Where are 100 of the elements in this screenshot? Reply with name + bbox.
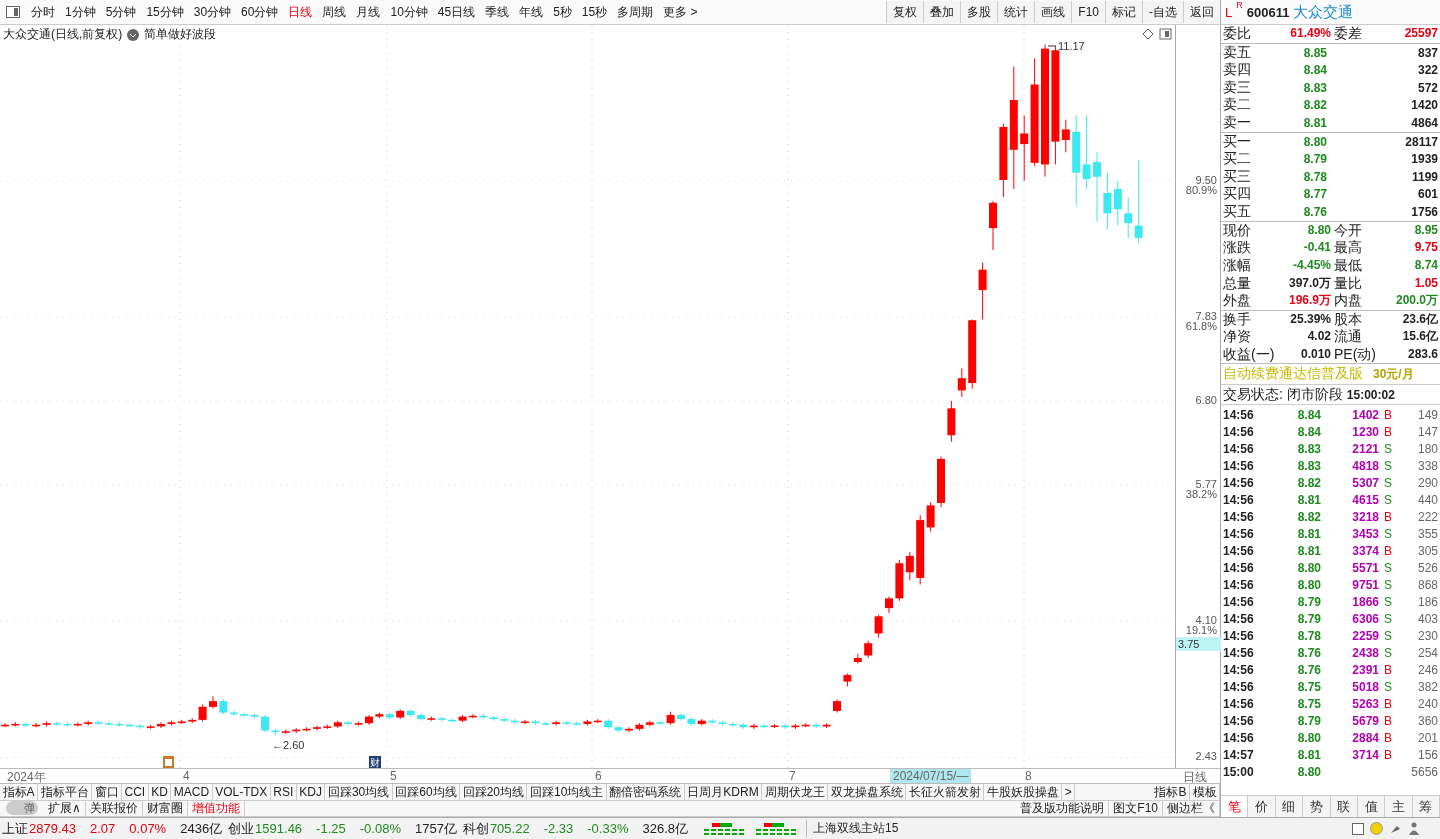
quote-value: 200.0万 — [1394, 292, 1438, 310]
indicator-tab[interactable]: 双龙操盘系统 — [828, 784, 907, 800]
indicator-tab[interactable]: 指标B — [1152, 784, 1190, 800]
function-link[interactable]: 增值功能 — [187, 800, 245, 816]
toolbar-button[interactable]: 复权 — [886, 1, 924, 23]
trade-count: 403 — [1416, 611, 1438, 626]
indicator-tab[interactable]: 牛股妖股操盘 — [984, 784, 1063, 800]
indicator-tab[interactable]: 回踩20均线 — [460, 784, 528, 800]
indicator-tab[interactable]: 周期伏龙王 — [762, 784, 829, 800]
indicator-tab[interactable]: VOL-TDX — [212, 784, 271, 800]
trade-price: 8.79 — [1296, 611, 1321, 626]
trade-price: 8.79 — [1296, 594, 1321, 609]
period-tab[interactable]: 15分钟 — [141, 3, 189, 21]
percent-tick: 38.2% — [1185, 489, 1217, 500]
candlestick — [209, 695, 217, 709]
indicator-tab[interactable]: 长征火箭发射 — [906, 784, 985, 800]
indicator-tab[interactable]: 指标A — [0, 784, 38, 800]
toolbar-button[interactable]: 标记 — [1105, 1, 1142, 23]
trade-volume: 3714 — [1351, 747, 1379, 762]
order-level: 买二 — [1223, 150, 1252, 169]
indicator-tab[interactable]: RSI — [270, 784, 297, 800]
period-tab[interactable]: 周线 — [317, 3, 352, 21]
period-tab[interactable]: 60分钟 — [236, 3, 284, 21]
period-tab[interactable]: 5分钟 — [100, 3, 142, 21]
toolbar-button[interactable]: 统计 — [997, 1, 1035, 23]
period-tab[interactable]: 45日线 — [432, 3, 481, 21]
panel-tab[interactable]: 值 — [1357, 796, 1386, 817]
candlestick — [1020, 115, 1029, 182]
candlestick — [1113, 180, 1122, 227]
period-tab[interactable]: 年线 — [514, 3, 549, 21]
panel-tab[interactable]: 价 — [1248, 796, 1276, 817]
person-icon[interactable] — [1408, 822, 1420, 835]
panel-tab[interactable]: 势 — [1303, 796, 1331, 817]
indicator-tab[interactable]: 翻倍密码系统 — [606, 784, 685, 800]
trade-count: 201 — [1416, 730, 1438, 745]
period-tab[interactable]: 5秒 — [548, 3, 577, 21]
trade-time: 14:56 — [1223, 475, 1255, 490]
order-price: 8.77 — [1302, 187, 1327, 202]
panel-toggle-icon[interactable] — [1159, 28, 1172, 40]
trade-count: 156 — [1416, 747, 1438, 762]
indicator-tab[interactable]: 窗口 — [92, 784, 122, 800]
period-tab[interactable]: 10分钟 — [385, 3, 433, 21]
toolbar-button[interactable]: F10 — [1071, 1, 1105, 23]
dropdown-icon[interactable] — [127, 28, 140, 41]
function-link[interactable]: 财富圈 — [142, 800, 188, 816]
function-link[interactable]: 关联报价 — [85, 800, 143, 816]
trade-time: 14:56 — [1223, 679, 1255, 694]
period-tab[interactable]: 1分钟 — [60, 3, 101, 21]
trade-count: 186 — [1416, 594, 1438, 609]
period-tab[interactable]: 季线 — [480, 3, 515, 21]
indicator-tab[interactable]: 模板 — [1190, 784, 1220, 800]
index-percent: -0.33% — [587, 821, 629, 836]
indicator-tab[interactable]: 回踩60均线 — [392, 784, 461, 800]
indicator-tab[interactable]: KDJ — [296, 784, 326, 800]
index-change: -1.25 — [316, 821, 346, 836]
indicator-tab[interactable]: KD — [148, 784, 172, 800]
price-tick: 7.83 — [1195, 309, 1217, 322]
indicator-tab[interactable]: 指标平台 — [38, 784, 92, 800]
toolbar-button[interactable]: 返回 — [1183, 1, 1220, 23]
popup-toggle[interactable]: 弹 — [6, 801, 38, 816]
function-link[interactable]: 侧边栏《 — [1163, 800, 1220, 816]
quote-value: 283.6 — [1406, 346, 1438, 363]
trade-price: 8.84 — [1296, 424, 1321, 439]
indicator-tab[interactable]: 日周月KDRM — [684, 784, 763, 800]
period-tab[interactable]: 30分钟 — [188, 3, 237, 21]
diamond-icon[interactable] — [1142, 28, 1154, 40]
period-tab[interactable]: 日线 — [283, 3, 318, 21]
toolbar-button[interactable]: 叠加 — [923, 1, 961, 23]
trade-side: S — [1383, 475, 1393, 490]
period-tab[interactable]: 15秒 — [576, 3, 613, 21]
trade-time: 14:56 — [1223, 543, 1255, 558]
period-tab[interactable]: 月线 — [351, 3, 386, 21]
indicator-tab[interactable]: CCI — [122, 784, 149, 800]
trade-side: B — [1383, 713, 1393, 728]
indicator-tab[interactable]: 回踩30均线 — [325, 784, 393, 800]
function-link[interactable]: 扩展∧ — [44, 800, 86, 816]
index-amount: 326.8亿 — [642, 819, 689, 838]
panel-tab[interactable]: 细 — [1275, 796, 1304, 817]
trade-count: 230 — [1416, 628, 1438, 643]
toolbar-button[interactable]: 画线 — [1034, 1, 1072, 23]
panel-toggle-icon[interactable] — [6, 6, 20, 18]
index-name: 科创 — [462, 819, 489, 838]
trade-count: 338 — [1416, 458, 1438, 473]
window-icon[interactable] — [1352, 822, 1364, 835]
function-link[interactable]: 图文F10 — [1109, 800, 1163, 816]
panel-tab[interactable]: 主 — [1385, 796, 1413, 817]
toolbar-button[interactable]: -自选 — [1142, 1, 1183, 23]
toolbar-button[interactable]: 多股 — [960, 1, 998, 23]
panel-tab[interactable]: 筹 — [1412, 796, 1440, 817]
indicator-tab[interactable]: 回踩10均线主 — [527, 784, 607, 800]
indicator-tab[interactable]: MACD — [171, 784, 213, 800]
period-tab[interactable]: 多周期 — [612, 3, 659, 21]
candlestick — [957, 367, 966, 398]
period-tab[interactable]: 分时 — [26, 3, 60, 21]
panel-tab[interactable]: 联 — [1330, 796, 1358, 817]
indicator-tab[interactable]: > — [1062, 784, 1076, 800]
function-link[interactable]: 普及版功能说明 — [1016, 800, 1110, 816]
order-price: 8.83 — [1302, 80, 1327, 95]
indicator-name: 简单做好波段 — [144, 26, 217, 43]
more-menu[interactable]: 更多 > — [658, 3, 703, 21]
